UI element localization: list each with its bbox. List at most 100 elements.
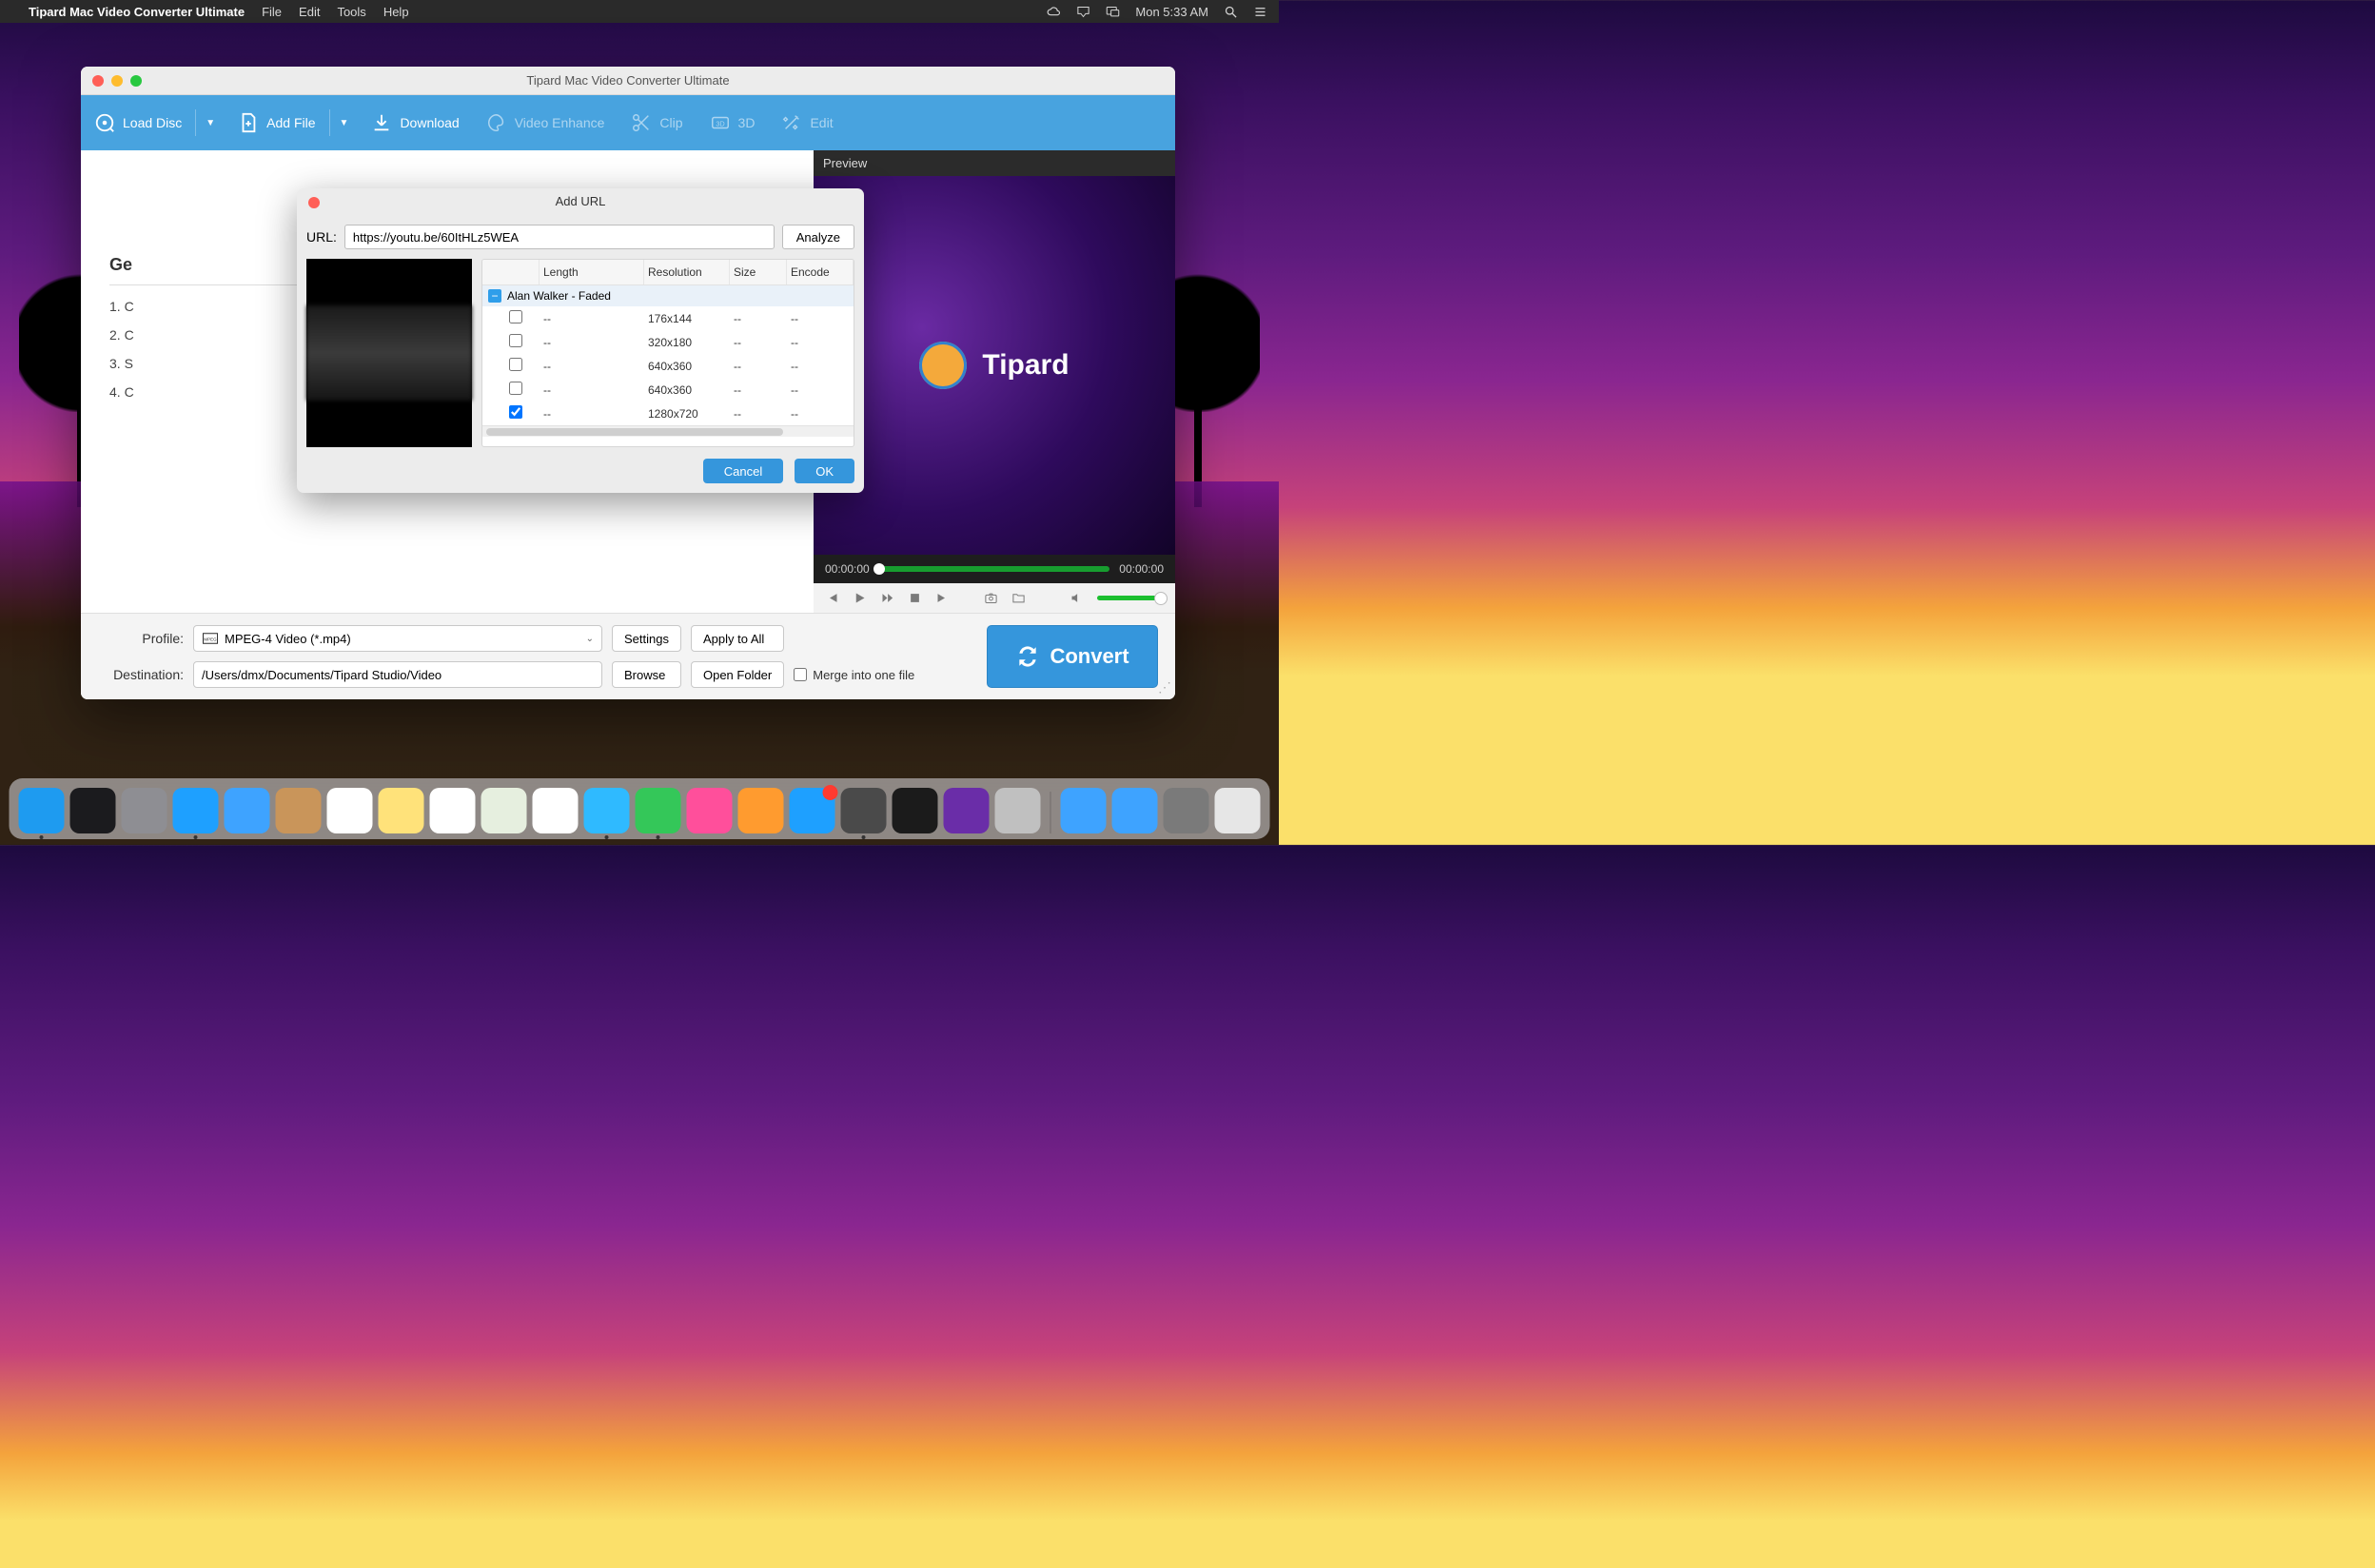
dock-separator (1050, 792, 1051, 833)
settings-button[interactable]: Settings (612, 625, 681, 652)
destination-field[interactable]: /Users/dmx/Documents/Tipard Studio/Video (193, 661, 602, 688)
prev-icon[interactable] (825, 591, 839, 605)
volume-icon[interactable] (1070, 591, 1084, 605)
wand-icon (781, 112, 802, 133)
menu-edit[interactable]: Edit (299, 5, 320, 19)
analyze-button[interactable]: Analyze (782, 225, 854, 249)
screen-mirror-icon[interactable] (1106, 5, 1120, 19)
table-row[interactable]: -- 176x144 -- -- 3gp (482, 306, 854, 330)
table-row[interactable]: -- 640x360 -- -- mp (482, 378, 854, 402)
dock-siri[interactable] (70, 788, 116, 833)
dock-itunes[interactable] (687, 788, 733, 833)
creative-cloud-icon[interactable] (1047, 5, 1061, 19)
dock-messages[interactable] (584, 788, 630, 833)
url-input[interactable] (344, 225, 775, 249)
dock-facetime[interactable] (636, 788, 681, 833)
row-checkbox[interactable] (509, 310, 522, 323)
time-current: 00:00:00 (825, 562, 870, 576)
row-checkbox[interactable] (509, 358, 522, 371)
dock-folder-blue[interactable] (1061, 788, 1107, 833)
tipard-logo-icon (919, 342, 967, 389)
menubar-app-name[interactable]: Tipard Mac Video Converter Ultimate (29, 5, 245, 19)
dock-terminal[interactable] (893, 788, 938, 833)
airplay-icon[interactable] (1076, 5, 1090, 19)
timeline-track[interactable] (879, 566, 1110, 572)
ok-button[interactable]: OK (795, 459, 854, 483)
dock-photos[interactable] (533, 788, 579, 833)
dock-trash[interactable] (1215, 788, 1261, 833)
video-enhance-button[interactable]: Video Enhance (473, 95, 618, 150)
cell-size: -- (730, 380, 787, 401)
menu-file[interactable]: File (262, 5, 282, 19)
load-disc-button[interactable]: Load Disc (81, 95, 195, 150)
dock-reminders[interactable] (430, 788, 476, 833)
play-icon[interactable] (853, 591, 867, 605)
cell-encode: -- (787, 356, 854, 377)
window-titlebar[interactable]: Tipard Mac Video Converter Ultimate (81, 67, 1175, 95)
row-checkbox[interactable] (509, 382, 522, 395)
three-d-icon: 3D (710, 112, 731, 133)
volume-slider[interactable] (1097, 596, 1164, 600)
dock-finder[interactable] (19, 788, 65, 833)
table-row[interactable]: -- 640x360 -- -- wel (482, 354, 854, 378)
menubar-clock[interactable]: Mon 5:33 AM (1135, 5, 1208, 19)
group-row[interactable]: − Alan Walker - Faded (482, 285, 854, 306)
cell-encode: -- (787, 380, 854, 401)
merge-checkbox[interactable] (794, 668, 807, 681)
cell-resolution: 176x144 (644, 308, 730, 329)
three-d-label: 3D (738, 115, 756, 130)
dock-ibooks[interactable] (738, 788, 784, 833)
dock-maps[interactable] (481, 788, 527, 833)
download-button[interactable]: Download (358, 95, 472, 150)
dock-mail[interactable] (225, 788, 270, 833)
dock-contacts[interactable] (276, 788, 322, 833)
cell-size: -- (730, 308, 787, 329)
convert-button[interactable]: Convert (987, 625, 1158, 688)
dock-tipard-app[interactable] (995, 788, 1041, 833)
cell-resolution: 1280x720 (644, 403, 730, 424)
browse-button[interactable]: Browse (612, 661, 681, 688)
snapshot-folder-icon[interactable] (1011, 591, 1026, 605)
spotlight-icon[interactable] (1224, 5, 1238, 19)
table-row[interactable]: -- 320x180 -- -- 3gp (482, 330, 854, 354)
scissors-icon (631, 112, 652, 133)
edit-button[interactable]: Edit (768, 95, 846, 150)
stop-icon[interactable] (908, 591, 922, 605)
playback-controls (814, 583, 1175, 613)
cell-length: -- (540, 308, 644, 329)
collapse-icon[interactable]: − (488, 289, 501, 303)
profile-select[interactable]: MPEGMPEG-4 Video (*.mp4) ⌄ (193, 625, 602, 652)
dock-launchpad[interactable] (122, 788, 167, 833)
dock-safari[interactable] (173, 788, 219, 833)
open-folder-button[interactable]: Open Folder (691, 661, 784, 688)
cancel-button[interactable]: Cancel (703, 459, 783, 483)
dock-notes[interactable] (379, 788, 424, 833)
url-label: URL: (306, 229, 337, 245)
row-checkbox[interactable] (509, 334, 522, 347)
menu-help[interactable]: Help (383, 5, 409, 19)
menu-tools[interactable]: Tools (337, 5, 365, 19)
table-row[interactable]: -- 1280x720 -- -- mp (482, 402, 854, 425)
cell-resolution: 640x360 (644, 380, 730, 401)
dock-folder-downloads[interactable] (1112, 788, 1158, 833)
dock-app-icon[interactable] (944, 788, 990, 833)
resize-grip-icon[interactable]: ⋰ (1158, 679, 1171, 696)
three-d-button[interactable]: 3D 3D (697, 95, 769, 150)
cell-resolution: 640x360 (644, 356, 730, 377)
row-checkbox[interactable] (509, 405, 522, 419)
snapshot-icon[interactable] (984, 591, 998, 605)
load-disc-dropdown[interactable]: ▼ (196, 118, 225, 128)
horizontal-scrollbar[interactable] (482, 425, 854, 437)
clip-button[interactable]: Clip (618, 95, 696, 150)
dock-appstore[interactable] (790, 788, 835, 833)
file-add-icon (238, 112, 259, 133)
add-file-button[interactable]: Add File (225, 95, 328, 150)
menu-list-icon[interactable] (1253, 5, 1267, 19)
dock-stacks[interactable] (1164, 788, 1209, 833)
apply-to-all-button[interactable]: Apply to All (691, 625, 784, 652)
dock-calendar[interactable] (327, 788, 373, 833)
forward-icon[interactable] (880, 591, 894, 605)
next-icon[interactable] (935, 591, 950, 605)
dock-preferences[interactable] (841, 788, 887, 833)
add-file-dropdown[interactable]: ▼ (330, 118, 359, 128)
